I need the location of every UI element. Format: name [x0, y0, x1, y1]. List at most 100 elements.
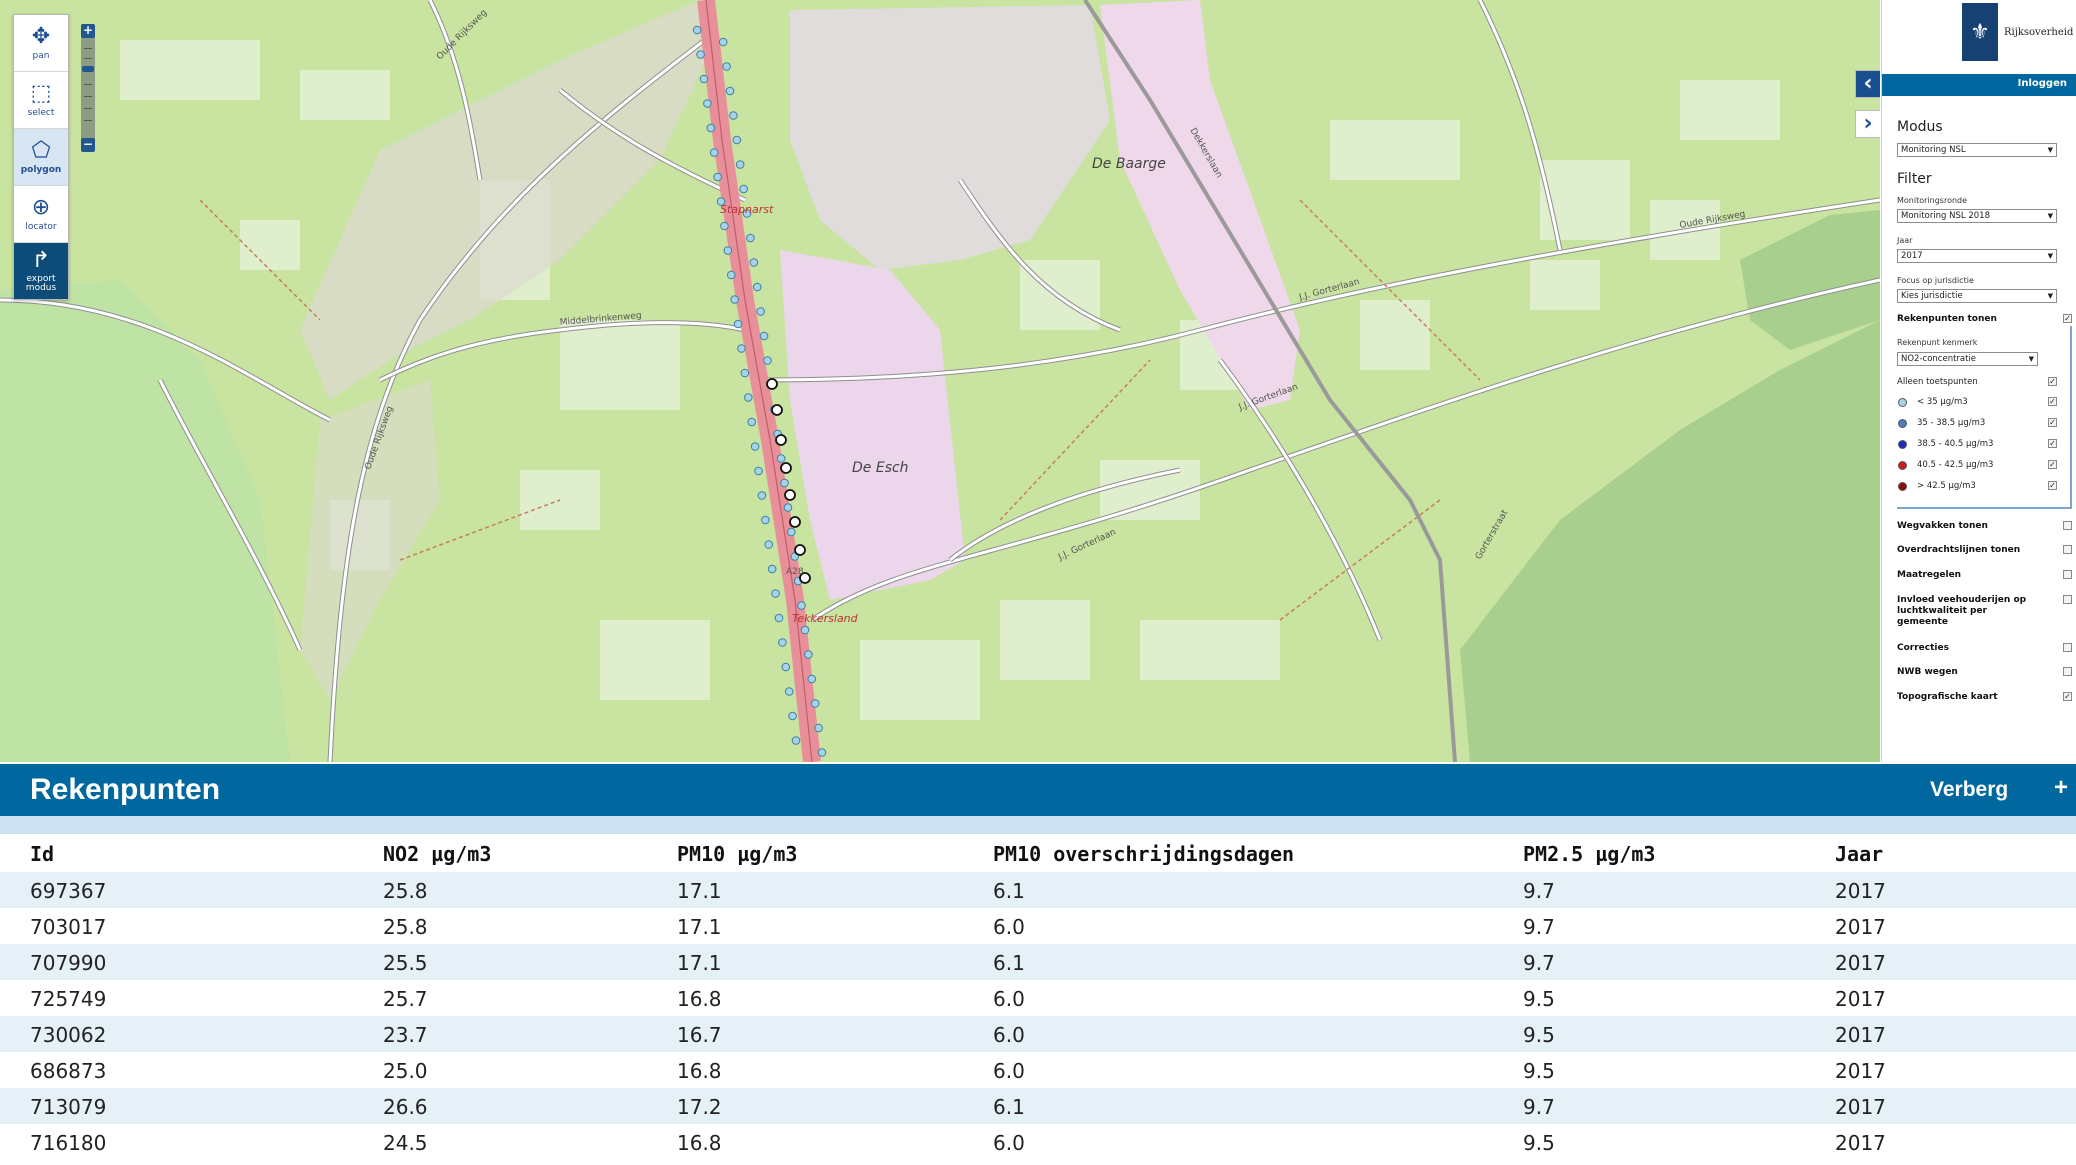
rekenpunt-kenmerk-select[interactable]: NO2-concentratie ▼: [1897, 352, 2038, 366]
alleen-toetspunten-row[interactable]: Alleen toetspunten ✓: [1897, 376, 2057, 388]
legend-checkbox[interactable]: ✓: [2048, 418, 2057, 427]
layer-toggle-row[interactable]: Wegvakken tonen: [1897, 521, 2072, 532]
table-row[interactable]: 697367 25.8 17.1 6.1 9.7 2017: [0, 872, 2076, 908]
calc-point-marker[interactable]: [771, 589, 780, 598]
selected-calc-point[interactable]: [784, 489, 796, 501]
zoom-in-button[interactable]: +: [81, 24, 95, 38]
calc-point-marker[interactable]: [699, 74, 709, 84]
table-row[interactable]: 686873 25.0 16.8 6.0 9.5 2017: [0, 1052, 2076, 1088]
calc-point-marker[interactable]: [750, 442, 760, 451]
calc-point-marker[interactable]: [814, 723, 823, 733]
layer-toggle-row[interactable]: Correcties: [1897, 643, 2072, 654]
table-row[interactable]: 730062 23.7 16.7 6.0 9.5 2017: [0, 1016, 2076, 1052]
legend-checkbox[interactable]: ✓: [2048, 481, 2057, 490]
layer-toggle-row[interactable]: Invloed veehouderijen op luchtkwaliteit …: [1897, 595, 2072, 628]
table-row[interactable]: 707990 25.5 17.1 6.1 9.7 2017: [0, 944, 2076, 980]
calc-point-marker[interactable]: [804, 650, 813, 659]
table-row[interactable]: 713079 26.6 17.2 6.1 9.7 2017: [0, 1088, 2076, 1124]
calc-point-marker[interactable]: [788, 711, 797, 721]
calc-point-marker[interactable]: [735, 160, 745, 169]
calc-point-marker[interactable]: [757, 491, 767, 500]
zoom-out-button[interactable]: −: [81, 138, 95, 152]
expand-panel-arrow-icon[interactable]: ›: [1855, 110, 1880, 138]
legend-item[interactable]: 38.5 - 40.5 µg/m3 ✓: [1897, 438, 2057, 450]
calc-point-marker[interactable]: [791, 736, 801, 745]
legend-checkbox[interactable]: ✓: [2048, 397, 2057, 406]
calc-point-marker[interactable]: [730, 295, 739, 304]
focus-select[interactable]: Kies jurisdictie ▼: [1897, 289, 2057, 303]
calc-point-marker[interactable]: [729, 111, 738, 120]
legend-item[interactable]: > 42.5 µg/m3 ✓: [1897, 480, 2057, 492]
selected-calc-point[interactable]: [771, 404, 783, 416]
layer-toggle-checkbox[interactable]: [2063, 643, 2072, 652]
rekenpunten-tonen-checkbox[interactable]: ✓: [2063, 314, 2072, 323]
login-button[interactable]: Inloggen: [2018, 78, 2067, 89]
calc-point-marker[interactable]: [759, 331, 769, 341]
calc-point-marker[interactable]: [718, 37, 728, 47]
column-header[interactable]: NO2 µg/m3: [383, 842, 491, 866]
layer-toggle-row[interactable]: Topografische kaart ✓: [1897, 692, 2072, 703]
calc-point-marker[interactable]: [787, 527, 796, 537]
tool-pan[interactable]: ✥ pan: [14, 15, 68, 72]
calc-point-marker[interactable]: [739, 184, 748, 194]
calc-point-marker[interactable]: [706, 123, 716, 133]
calc-point-marker[interactable]: [752, 282, 762, 292]
alleen-toetspunten-checkbox[interactable]: ✓: [2048, 377, 2057, 386]
calc-point-marker[interactable]: [709, 148, 719, 157]
calc-point-marker[interactable]: [754, 466, 763, 476]
hide-results-button[interactable]: Verberg: [1930, 778, 2008, 802]
calc-point-marker[interactable]: [749, 258, 759, 267]
table-row[interactable]: 716180 24.5 16.8 6.0 9.5 2017: [0, 1124, 2076, 1160]
calc-point-marker[interactable]: [776, 454, 786, 463]
calc-point-marker[interactable]: [800, 625, 810, 635]
calc-point-marker[interactable]: [740, 368, 750, 378]
legend-checkbox[interactable]: ✓: [2048, 460, 2057, 469]
calc-point-marker[interactable]: [784, 687, 794, 696]
calc-point-marker[interactable]: [781, 662, 791, 672]
layer-toggle-checkbox[interactable]: [2063, 570, 2072, 579]
table-row[interactable]: 725749 25.7 16.8 6.0 9.5 2017: [0, 980, 2076, 1016]
calc-point-marker[interactable]: [810, 699, 820, 708]
layer-toggle-checkbox[interactable]: [2063, 667, 2072, 676]
calc-point-marker[interactable]: [747, 417, 757, 427]
jaar-select[interactable]: 2017 ▼: [1897, 249, 2057, 263]
column-header[interactable]: Id: [30, 842, 54, 866]
column-header[interactable]: PM2.5 µg/m3: [1523, 842, 1655, 866]
calc-point-marker[interactable]: [817, 748, 827, 757]
calc-point-marker[interactable]: [713, 172, 722, 182]
calc-point-marker[interactable]: [725, 86, 735, 96]
layer-toggle-row[interactable]: Maatregelen: [1897, 570, 2072, 581]
zoom-handle[interactable]: [82, 66, 94, 72]
selected-calc-point[interactable]: [789, 516, 801, 528]
calc-point-marker[interactable]: [767, 564, 777, 574]
layer-toggle-checkbox[interactable]: ✓: [2063, 692, 2072, 701]
column-header[interactable]: PM10 µg/m3: [677, 842, 797, 866]
calc-point-marker[interactable]: [723, 246, 733, 255]
calc-point-marker[interactable]: [797, 601, 806, 610]
calc-point-marker[interactable]: [764, 540, 774, 549]
calc-point-marker[interactable]: [703, 99, 712, 108]
tool-export-modus[interactable]: ↱ export modus: [14, 243, 68, 299]
selected-calc-point[interactable]: [780, 462, 792, 474]
calc-point-marker[interactable]: [692, 25, 702, 35]
calc-point-marker[interactable]: [732, 135, 742, 145]
legend-item[interactable]: 40.5 - 42.5 µg/m3 ✓: [1897, 459, 2057, 471]
layer-toggle-row[interactable]: Overdrachtslijnen tonen: [1897, 545, 2072, 556]
calc-point-marker[interactable]: [756, 307, 765, 316]
calc-point-marker[interactable]: [763, 356, 772, 365]
legend-item[interactable]: 35 - 38.5 µg/m3 ✓: [1897, 417, 2057, 429]
calc-point-marker[interactable]: [737, 344, 746, 353]
column-header[interactable]: PM10 overschrijdingsdagen: [993, 842, 1294, 866]
collapse-panel-arrow-icon[interactable]: ‹: [1855, 70, 1880, 98]
calc-point-marker[interactable]: [696, 50, 705, 59]
calc-point-marker[interactable]: [774, 613, 784, 623]
rekenpunten-tonen-row[interactable]: Rekenpunten tonen ✓: [1897, 314, 2072, 325]
table-row[interactable]: 703017 25.8 17.1 6.0 9.7 2017: [0, 908, 2076, 944]
modus-select[interactable]: Monitoring NSL ▼: [1897, 143, 2057, 157]
map-view[interactable]: De Baarge De Esch Stapnarst Tekkersland Oude…: [0, 0, 1880, 762]
calc-point-marker[interactable]: [726, 270, 736, 280]
selected-calc-point[interactable]: [794, 544, 806, 556]
calc-point-marker[interactable]: [778, 638, 787, 647]
calc-point-marker[interactable]: [783, 503, 793, 512]
map-canvas[interactable]: De BaargeDe EschStapnarstTekkerslandOude…: [0, 0, 1880, 762]
